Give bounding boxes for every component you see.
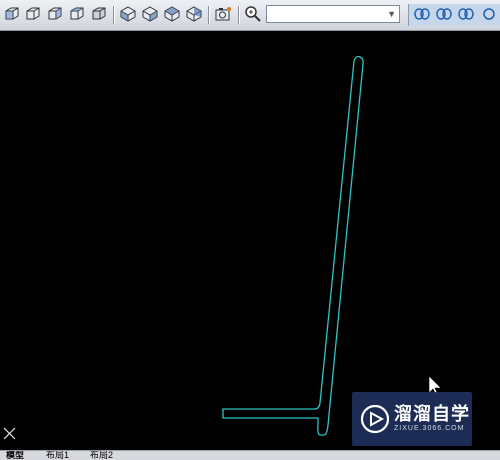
nw-iso-icon[interactable] [184,4,204,24]
se-iso-icon[interactable] [140,4,160,24]
drawn-polyline[interactable] [222,55,364,436]
drawing-canvas[interactable] [0,31,500,449]
play-logo-icon [360,404,390,434]
free-orbit-icon[interactable] [456,4,476,24]
top-view-icon[interactable] [2,4,22,24]
sw-iso-icon[interactable] [118,4,138,24]
orbit-icon[interactable] [412,4,432,24]
toolbar-separator [113,6,114,24]
right-view-icon[interactable] [67,4,87,24]
toolbar-separator [238,6,239,24]
constrained-orbit-icon[interactable] [434,4,454,24]
named-views-icon[interactable] [213,4,233,24]
watermark-subtitle: ZIXUE.3066.COM [394,425,465,432]
orbit-toolbar [408,4,500,26]
ucs-x-icon [3,427,16,440]
ne-iso-icon[interactable] [162,4,182,24]
watermark: 溜溜自学 ZIXUE.3066.COM [352,392,472,446]
left-view-icon[interactable] [45,4,65,24]
continuous-orbit-icon[interactable] [479,4,499,24]
back-view-icon[interactable] [89,4,109,24]
view-toolbar: ▼ [0,0,500,31]
watermark-title: 溜溜自学 [394,404,470,424]
zoom-realtime-icon[interactable] [243,4,263,24]
chevron-down-icon[interactable]: ▼ [387,9,396,19]
front-view-icon[interactable] [23,4,43,24]
toolbar-separator [208,6,209,24]
view-combo[interactable]: ▼ [266,5,400,23]
